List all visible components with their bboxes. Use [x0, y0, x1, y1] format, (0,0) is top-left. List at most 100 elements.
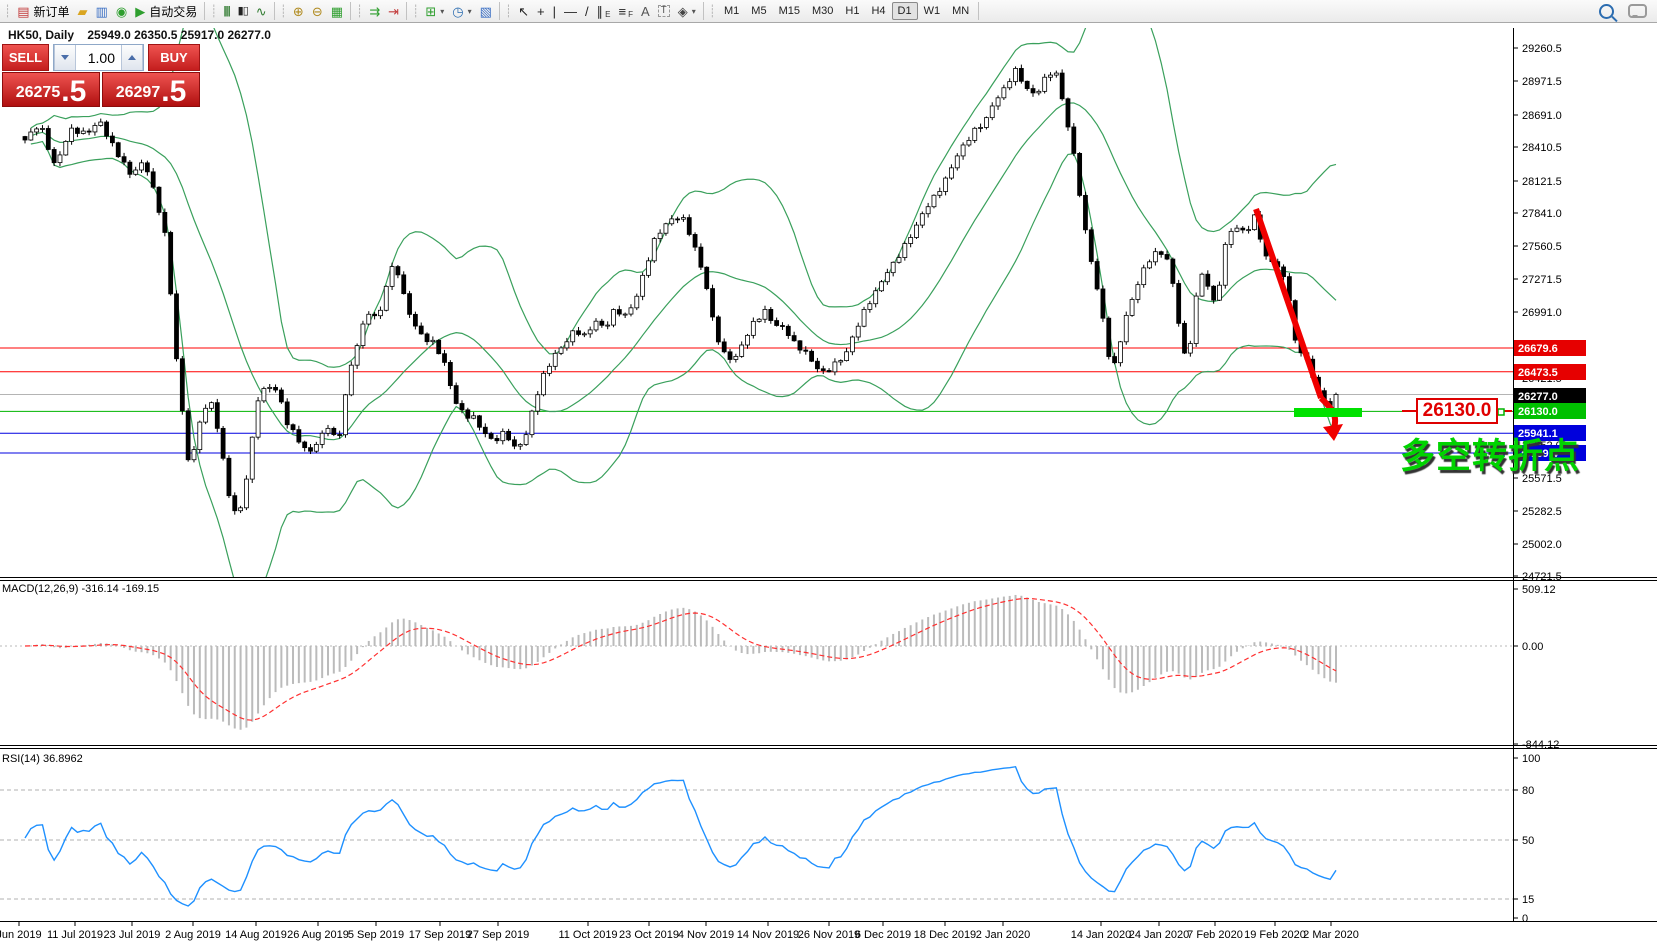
svg-text:2 Aug 2019: 2 Aug 2019 [165, 929, 221, 941]
sell-button[interactable]: SELL [2, 44, 49, 71]
fibonacci-button-subscript: F [628, 9, 633, 19]
periods-icon: ◷ [452, 3, 464, 19]
line-chart-button[interactable]: ∿ [252, 1, 271, 22]
horizontal-line-icon: — [564, 3, 578, 19]
trendline-button[interactable]: / [581, 1, 593, 22]
svg-text:509.12: 509.12 [1522, 584, 1556, 596]
templates-icon: ▧ [479, 3, 492, 19]
new-order-button[interactable]: ▤ 新订单 [13, 1, 73, 22]
market-watch-button[interactable]: ▥ [92, 1, 112, 22]
svg-text:28410.5: 28410.5 [1522, 142, 1562, 154]
svg-text:26473.5: 26473.5 [1518, 367, 1558, 379]
triangle-up-icon [128, 51, 136, 60]
chart-window-button[interactable]: ▰ [74, 1, 92, 22]
timeframe-d1[interactable]: D1 [891, 2, 918, 20]
crosshair-icon: + [537, 3, 545, 19]
vertical-line-button[interactable]: | [549, 1, 560, 22]
auto-scroll-button[interactable]: ⇉ [365, 1, 384, 22]
svg-text:29260.5: 29260.5 [1522, 43, 1562, 55]
vertical-line-icon: | [552, 3, 557, 19]
zoom-in-icon: ⊕ [292, 3, 304, 19]
svg-text:26130.0: 26130.0 [1518, 406, 1558, 418]
chart-title: HK50, Daily 25949.0 26350.5 25917.0 2627… [8, 28, 271, 42]
svg-text:25282.5: 25282.5 [1522, 506, 1562, 518]
svg-text:28971.5: 28971.5 [1522, 76, 1562, 88]
group-handle: ┊ [356, 4, 364, 18]
search-icon[interactable] [1599, 3, 1614, 19]
volume-input[interactable]: 1.00 [76, 45, 121, 70]
timeframe-h4[interactable]: H4 [865, 2, 891, 20]
text-icon: A [640, 3, 650, 19]
svg-text:26991.0: 26991.0 [1522, 307, 1562, 319]
support-highlight-bar[interactable] [1294, 408, 1362, 417]
candlestick-chart-icon: ▮▯ [237, 4, 249, 17]
svg-text:4 Nov 2019: 4 Nov 2019 [678, 929, 734, 941]
svg-text:27 Sep 2019: 27 Sep 2019 [467, 929, 529, 941]
periods-button-dropdown[interactable]: ▾ [468, 7, 472, 16]
bar-chart-button[interactable]: ||| [219, 1, 233, 22]
svg-text:23 Jul 2019: 23 Jul 2019 [104, 929, 161, 941]
zoom-out-button[interactable]: ⊖ [308, 1, 327, 22]
sell-price-panel[interactable]: 26275 .5 [2, 72, 100, 107]
volume-increase-button[interactable] [121, 45, 143, 70]
buy-price-big-digit: .5 [161, 74, 187, 108]
arrows-button[interactable]: ◈ ▾ [674, 1, 700, 22]
svg-text:23 Oct 2019: 23 Oct 2019 [619, 929, 679, 941]
timeframe-h1[interactable]: H1 [839, 2, 865, 20]
svg-text:0.00: 0.00 [1522, 641, 1543, 653]
svg-text:27560.5: 27560.5 [1522, 241, 1562, 253]
tile-windows-icon: ▦ [330, 3, 344, 19]
text-button[interactable]: A [637, 1, 654, 22]
svg-text:7 Feb 2020: 7 Feb 2020 [1187, 929, 1243, 941]
timeframe-m30[interactable]: M30 [806, 2, 839, 20]
signals-button[interactable]: ◉ [112, 1, 131, 22]
line-edit-handle[interactable] [1497, 408, 1505, 416]
svg-text:19 Feb 2020: 19 Feb 2020 [1244, 929, 1306, 941]
indicators-button[interactable]: ⊞ ▾ [421, 1, 448, 22]
auto-scroll-icon: ⇉ [369, 3, 381, 19]
templates-button[interactable]: ▧ [476, 1, 496, 22]
chat-icon[interactable] [1628, 4, 1647, 18]
svg-text:24721.5: 24721.5 [1522, 571, 1562, 583]
timeframe-mn[interactable]: MN [946, 2, 975, 20]
channel-icon: ∥ [596, 3, 604, 19]
chart-shift-button[interactable]: ⇥ [384, 1, 403, 22]
volume-spinner: 1.00 [53, 44, 144, 71]
horizontal-line-button[interactable]: — [560, 1, 581, 22]
buy-price-panel[interactable]: 26297 .5 [102, 72, 200, 107]
chart-ohlc-values: 25949.0 26350.5 25917.0 26277.0 [87, 28, 271, 42]
indicators-button-dropdown[interactable]: ▾ [440, 7, 444, 16]
candlestick-chart-button[interactable]: ▮▯ [234, 1, 252, 22]
buy-button[interactable]: BUY [148, 44, 200, 71]
arrows-button-dropdown[interactable]: ▾ [692, 7, 696, 16]
svg-text:Jun 2019: Jun 2019 [0, 929, 42, 941]
tile-windows-button[interactable]: ▦ [327, 1, 347, 22]
svg-text:27271.5: 27271.5 [1522, 274, 1562, 286]
svg-text:14 Jan 2020: 14 Jan 2020 [1071, 929, 1132, 941]
signals-icon: ◉ [115, 3, 128, 19]
timeframe-m1[interactable]: M1 [718, 2, 745, 20]
price-level-callout[interactable]: 26130.0 [1416, 398, 1498, 424]
cursor-button[interactable]: ↖ [514, 1, 533, 22]
periods-button[interactable]: ◷ ▾ [448, 1, 475, 22]
auto-trading-button[interactable]: ▶ 自动交易 [131, 1, 201, 22]
group-handle: ┊ [412, 4, 420, 18]
zoom-in-button[interactable]: ⊕ [289, 1, 308, 22]
indicators-icon: ⊞ [425, 3, 437, 19]
channel-button[interactable]: ∥ E [593, 1, 615, 22]
svg-text:5 Sep 2019: 5 Sep 2019 [348, 929, 404, 941]
cursor-icon: ↖ [518, 3, 530, 19]
new-order-button-label: 新订单 [33, 4, 70, 19]
volume-decrease-button[interactable] [54, 45, 76, 70]
label-button[interactable]: T [654, 1, 674, 22]
timeframe-w1[interactable]: W1 [918, 2, 947, 20]
svg-text:26679.6: 26679.6 [1518, 343, 1558, 355]
timeframe-m15[interactable]: M15 [773, 2, 806, 20]
svg-text:26 Aug 2019: 26 Aug 2019 [287, 929, 349, 941]
crosshair-button[interactable]: + [533, 1, 549, 22]
fibonacci-button[interactable]: ≡ F [614, 1, 636, 22]
timeframe-m5[interactable]: M5 [745, 2, 772, 20]
svg-text:18 Dec 2019: 18 Dec 2019 [914, 929, 976, 941]
auto-trading-button-label: 自动交易 [149, 4, 198, 19]
svg-text:15: 15 [1522, 894, 1534, 906]
